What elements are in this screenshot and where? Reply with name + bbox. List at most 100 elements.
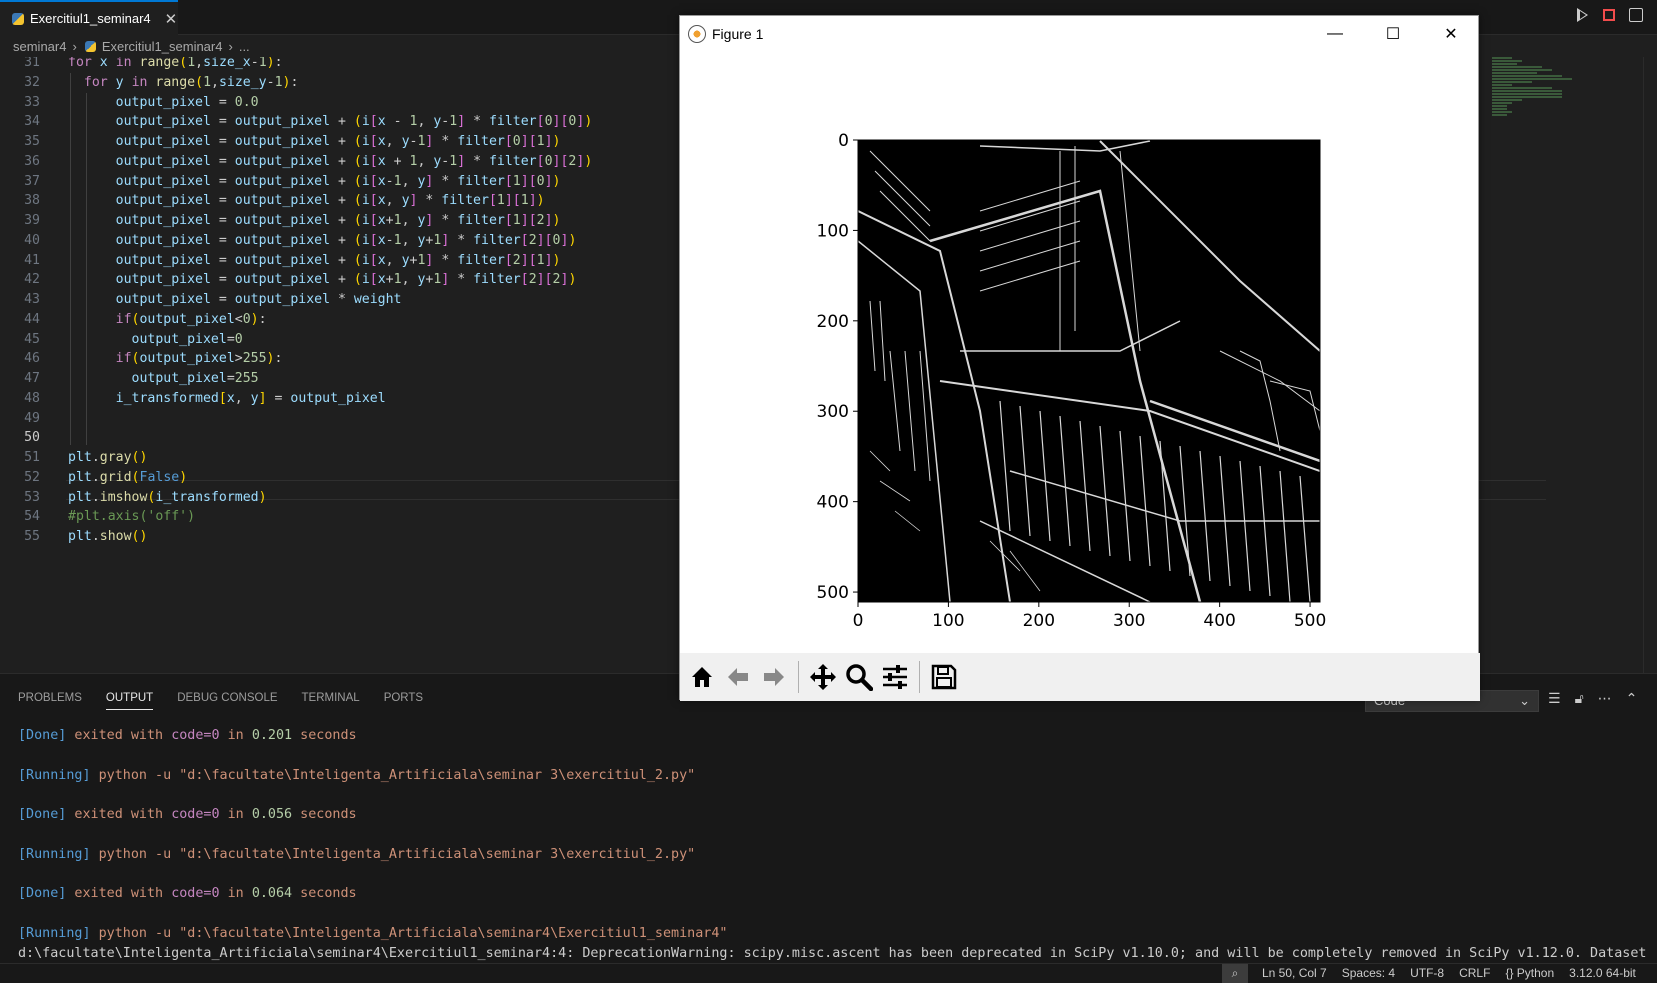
layout-icon[interactable] [1629, 8, 1643, 22]
code-text: #plt.axis('off') [68, 509, 196, 525]
line-number: 48 [24, 390, 40, 406]
code-text: output_pixel = 0.0 [115, 94, 259, 110]
x-axis: 0 100 200 300 400 500 [853, 602, 1326, 631]
configure-subplots-icon[interactable] [879, 661, 911, 693]
minimize-button[interactable]: — [1306, 16, 1364, 51]
output-line: [Running] python -u "d:\facultate\Inteli… [18, 924, 1648, 944]
line-number: 36 [24, 153, 40, 169]
output-code: code=0 [171, 728, 220, 743]
code-text: output_pixel=255 [131, 371, 259, 386]
x-tick-label: 200 [1023, 611, 1055, 631]
editor-scrollbar[interactable] [1643, 57, 1657, 673]
output-line: [Done] exited with code=0 in 0.064 secon… [18, 884, 1648, 904]
close-tab-icon[interactable]: ✕ [165, 10, 178, 28]
output-text: seconds [292, 886, 357, 902]
code-text: output_pixel = output_pixel + (i[x+1, y]… [115, 213, 561, 228]
x-tick-label: 100 [932, 611, 964, 631]
breadcrumb-file[interactable]: Exercitiul1_seminar4 [102, 39, 223, 54]
output-path: "d:\facultate\Inteligenta_Artificiala\se… [179, 846, 696, 862]
output-blank-line [18, 904, 1648, 924]
status-indentation[interactable]: Spaces: 4 [1342, 964, 1395, 983]
output-text: in [219, 807, 252, 823]
output-time: 0.064 [251, 886, 293, 902]
x-tick-label: 300 [1113, 611, 1145, 631]
status-interpreter[interactable]: 3.12.0 64-bit [1569, 964, 1636, 983]
stop-icon[interactable] [1603, 9, 1615, 21]
output-log[interactable]: [Done] exited with code=0 in 0.201 secon… [18, 726, 1648, 964]
output-blank-line [18, 865, 1648, 885]
line-number: 33 [24, 94, 40, 110]
save-icon[interactable] [928, 661, 960, 693]
output-command: python -u [90, 767, 180, 783]
code-text: output_pixel = output_pixel + (i[x, y] *… [115, 193, 545, 209]
code-text: output_pixel = output_pixel + (i[x, y-1]… [115, 134, 561, 149]
line-number: 46 [24, 351, 40, 367]
output-line: [Done] exited with code=0 in 0.056 secon… [18, 805, 1648, 825]
output-text: in [219, 728, 252, 743]
code-text: plt.show() [68, 529, 148, 544]
output-tag: [Done] [18, 807, 67, 823]
tab-output[interactable]: OUTPUT [105, 692, 154, 710]
output-text: in [219, 886, 252, 902]
line-number: 55 [24, 529, 40, 544]
status-cursor-position[interactable]: Ln 50, Col 7 [1262, 964, 1327, 983]
pan-icon[interactable] [807, 661, 839, 693]
clear-output-icon[interactable]: ☰ [1548, 691, 1561, 707]
python-file-icon [12, 12, 24, 25]
tab-terminal[interactable]: TERMINAL [302, 692, 360, 710]
line-number: 43 [24, 292, 40, 307]
lock-icon[interactable]: 🔓︎ [1575, 691, 1584, 707]
breadcrumb-more[interactable]: ... [239, 39, 250, 54]
chevron-up-icon[interactable]: ⌃ [1626, 691, 1638, 707]
line-number: 42 [24, 272, 40, 288]
line-number: 49 [24, 410, 40, 426]
tab-ports[interactable]: PORTS [384, 692, 423, 710]
line-number: 40 [24, 232, 40, 248]
matplotlib-logo-icon [688, 24, 706, 43]
figure-canvas[interactable]: 0 100 200 300 400 500 0 100 200 300 400 500 [680, 51, 1480, 651]
x-tick-label: 400 [1203, 611, 1235, 631]
line-number: 32 [24, 74, 40, 90]
y-tick-label: 0 [838, 131, 849, 151]
run-icon[interactable] [1577, 8, 1589, 22]
code-text: output_pixel = output_pixel + (i[x - 1, … [115, 114, 593, 130]
tab-debug-console[interactable]: DEBUG CONSOLE [177, 692, 277, 710]
figure-title: Figure 1 [712, 25, 764, 42]
more-actions-icon[interactable]: ⋯ [1598, 691, 1612, 707]
maximize-button[interactable]: ☐ [1364, 16, 1422, 51]
forward-icon[interactable] [758, 661, 790, 693]
home-icon[interactable] [686, 661, 718, 693]
output-tag: [Running] [18, 846, 91, 862]
status-eol[interactable]: CRLF [1459, 964, 1490, 983]
code-text: plt.grid(False) [68, 469, 188, 485]
output-blank-line [18, 785, 1648, 805]
line-number: 39 [24, 213, 40, 228]
output-path: "d:\facultate\Inteligenta_Artificiala\se… [179, 925, 728, 941]
back-icon[interactable] [722, 661, 754, 693]
code-text: output_pixel = output_pixel + (i[x + 1, … [115, 153, 593, 169]
line-number: 35 [24, 134, 40, 149]
output-command: python -u [90, 925, 180, 941]
panel-tabs: PROBLEMS OUTPUT DEBUG CONSOLE TERMINAL PORTS [18, 692, 423, 710]
close-window-button[interactable]: ✕ [1422, 16, 1480, 51]
output-tag: [Running] [18, 767, 91, 783]
zoom-icon[interactable] [843, 661, 875, 693]
figure-titlebar[interactable]: Figure 1 — ☐ ✕ [680, 16, 1480, 51]
y-axis: 0 100 200 300 400 500 [817, 131, 858, 603]
status-encoding[interactable]: UTF-8 [1410, 964, 1444, 983]
line-number: 38 [24, 193, 40, 209]
output-code: code=0 [171, 807, 220, 823]
breadcrumb-folder[interactable]: seminar4 [13, 39, 66, 54]
zoom-icon[interactable]: ⌕ [1222, 964, 1248, 983]
x-tick-label: 0 [853, 611, 864, 631]
output-time: 0.201 [251, 728, 293, 743]
tab-problems[interactable]: PROBLEMS [18, 692, 82, 710]
output-tag: [Done] [18, 886, 67, 902]
chevron-down-icon: ⌄ [1519, 693, 1530, 708]
status-language[interactable]: {} Python [1505, 964, 1554, 983]
editor-tab[interactable]: Exercitiul1_seminar4 ✕ [0, 0, 178, 35]
code-text: i_transformed[x, y] = output_pixel [115, 390, 386, 406]
line-number: 37 [24, 173, 40, 189]
output-blank-line [18, 825, 1648, 845]
minimap[interactable] [1492, 57, 1587, 177]
